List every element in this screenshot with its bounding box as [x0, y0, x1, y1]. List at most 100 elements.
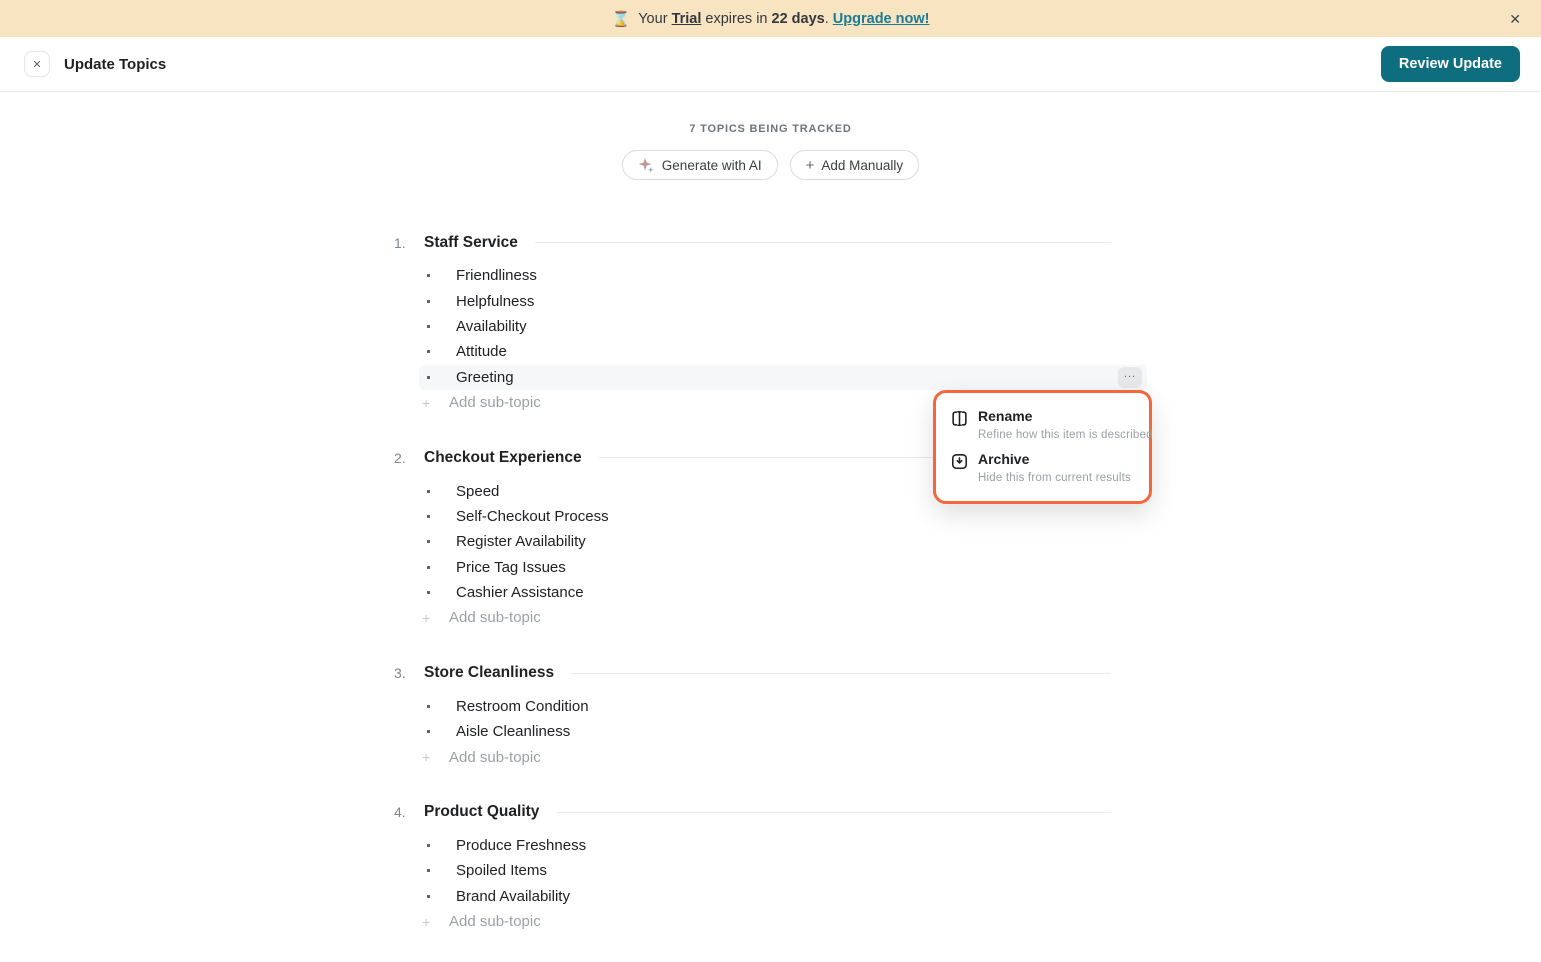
subtopic-row[interactable]: Helpfulness: [419, 288, 1147, 313]
subtopic-label: Register Availability: [456, 533, 586, 550]
subtopic-label: Cashier Assistance: [456, 584, 584, 601]
add-subtopic-button[interactable]: + Add sub-topic: [394, 605, 1147, 630]
update-topics-page: { "banner": { "hourglass_icon": "⌛", "te…: [0, 0, 1541, 962]
bullet-icon: [427, 730, 430, 733]
topic-header: 4. Product Quality: [394, 800, 1147, 825]
topics-toolbar: 7 TOPICS BEING TRACKED Generate with AI …: [0, 123, 1541, 180]
subtopic-label: Availability: [456, 318, 527, 335]
add-subtopic-label: Add sub-topic: [449, 609, 541, 626]
bullet-icon: [427, 325, 430, 328]
topic-number: 3.: [394, 665, 424, 681]
subtopic-label: Restroom Condition: [456, 698, 589, 715]
subtopic-label: Speed: [456, 483, 499, 500]
archive-description: Hide this from current results: [978, 472, 1131, 484]
plus-icon: +: [422, 914, 432, 930]
subtopic-label: Price Tag Issues: [456, 559, 566, 576]
subtopic-label: Helpfulness: [456, 293, 534, 310]
plus-icon: +: [422, 610, 432, 626]
topic-divider: [535, 242, 1111, 243]
add-subtopic-button[interactable]: + Add sub-topic: [394, 744, 1147, 769]
topic-title[interactable]: Product Quality: [424, 803, 539, 821]
subtopic-label: Aisle Cleanliness: [456, 723, 570, 740]
subtopic-row[interactable]: Produce Freshness: [419, 833, 1147, 858]
archive-icon: [950, 452, 969, 471]
bullet-icon: [427, 274, 430, 277]
hourglass-icon: ⌛: [612, 10, 631, 28]
page-header: ✕ Update Topics Review Update: [0, 37, 1541, 92]
upgrade-now-link[interactable]: Upgrade now!: [833, 11, 930, 27]
bullet-icon: [427, 300, 430, 303]
subtopic-context-menu: Rename Refine how this item is described…: [933, 390, 1152, 504]
topic-number: 1.: [394, 235, 424, 251]
subtopic-row[interactable]: Self-Checkout Process: [419, 504, 1147, 529]
topic-section: 3. Store Cleanliness Restroom Condition …: [394, 661, 1147, 770]
subtopic-row[interactable]: Greeting ...: [419, 365, 1147, 390]
topic-header: 3. Store Cleanliness: [394, 661, 1147, 686]
rename-icon: [950, 409, 969, 428]
archive-label: Archive: [978, 451, 1029, 467]
banner-close-icon[interactable]: ✕: [1509, 12, 1521, 26]
bullet-icon: [427, 844, 430, 847]
subtopic-row[interactable]: Brand Availability: [419, 884, 1147, 909]
add-subtopic-label: Add sub-topic: [449, 913, 541, 930]
rename-description: Refine how this item is described: [978, 429, 1153, 441]
subtopic-row[interactable]: Aisle Cleanliness: [419, 719, 1147, 744]
subtopic-label: Greeting: [456, 369, 514, 386]
bullet-icon: [427, 705, 430, 708]
subtopic-label: Self-Checkout Process: [456, 508, 609, 525]
add-manually-button[interactable]: + Add Manually: [790, 150, 920, 180]
ai-sparkle-icon: [638, 157, 655, 174]
subtopic-row[interactable]: Register Availability: [419, 529, 1147, 554]
page-title: Update Topics: [64, 56, 166, 73]
more-options-button[interactable]: ...: [1118, 367, 1142, 388]
topic-divider: [571, 673, 1111, 674]
bullet-icon: [427, 591, 430, 594]
topic-section: 4. Product Quality Produce Freshness Spo…: [394, 800, 1147, 935]
bullet-icon: [427, 566, 430, 569]
subtopic-label: Attitude: [456, 343, 507, 360]
trial-label: Trial: [672, 11, 702, 27]
topic-header: 1. Staff Service: [394, 230, 1147, 255]
subtopic-row[interactable]: Restroom Condition: [419, 694, 1147, 719]
topic-title[interactable]: Staff Service: [424, 234, 518, 252]
bullet-icon: [427, 376, 430, 379]
topics-list: 1. Staff Service Friendliness Helpfulnes…: [394, 230, 1147, 934]
bullet-icon: [427, 869, 430, 872]
trial-banner-text: Your Trial expires in 22 days. Upgrade n…: [638, 11, 929, 27]
subtopic-row[interactable]: Price Tag Issues: [419, 555, 1147, 580]
bullet-icon: [427, 350, 430, 353]
plus-icon: +: [806, 157, 815, 174]
subtopic-row[interactable]: Attitude: [419, 339, 1147, 364]
menu-item-archive[interactable]: Archive Hide this from current results: [950, 446, 1135, 489]
topics-tracked-count: 7 TOPICS BEING TRACKED: [0, 123, 1541, 135]
menu-item-rename[interactable]: Rename Refine how this item is described: [950, 403, 1135, 446]
days-remaining: 22 days: [772, 11, 825, 27]
subtopic-label: Brand Availability: [456, 888, 570, 905]
review-update-button[interactable]: Review Update: [1381, 46, 1520, 82]
bullet-icon: [427, 895, 430, 898]
topic-number: 2.: [394, 450, 424, 466]
add-subtopic-label: Add sub-topic: [449, 749, 541, 766]
close-button[interactable]: ✕: [24, 51, 50, 77]
subtopic-row[interactable]: Cashier Assistance: [419, 580, 1147, 605]
rename-label: Rename: [978, 408, 1032, 424]
plus-icon: +: [422, 395, 432, 411]
plus-icon: +: [422, 749, 432, 765]
bullet-icon: [427, 490, 430, 493]
subtopic-label: Spoiled Items: [456, 862, 547, 879]
subtopic-row[interactable]: Friendliness: [419, 263, 1147, 288]
topic-title[interactable]: Store Cleanliness: [424, 664, 554, 682]
bullet-icon: [427, 515, 430, 518]
generate-with-ai-button[interactable]: Generate with AI: [622, 150, 778, 180]
subtopic-row[interactable]: Spoiled Items: [419, 858, 1147, 883]
topic-divider: [556, 812, 1111, 813]
trial-banner: ⌛ Your Trial expires in 22 days. Upgrade…: [0, 0, 1541, 37]
subtopic-label: Friendliness: [456, 267, 537, 284]
subtopic-row[interactable]: Availability: [419, 314, 1147, 339]
add-subtopic-label: Add sub-topic: [449, 394, 541, 411]
add-subtopic-button[interactable]: + Add sub-topic: [394, 909, 1147, 934]
topic-section: 1. Staff Service Friendliness Helpfulnes…: [394, 230, 1147, 415]
bullet-icon: [427, 540, 430, 543]
topic-number: 4.: [394, 804, 424, 820]
topic-title[interactable]: Checkout Experience: [424, 449, 582, 467]
